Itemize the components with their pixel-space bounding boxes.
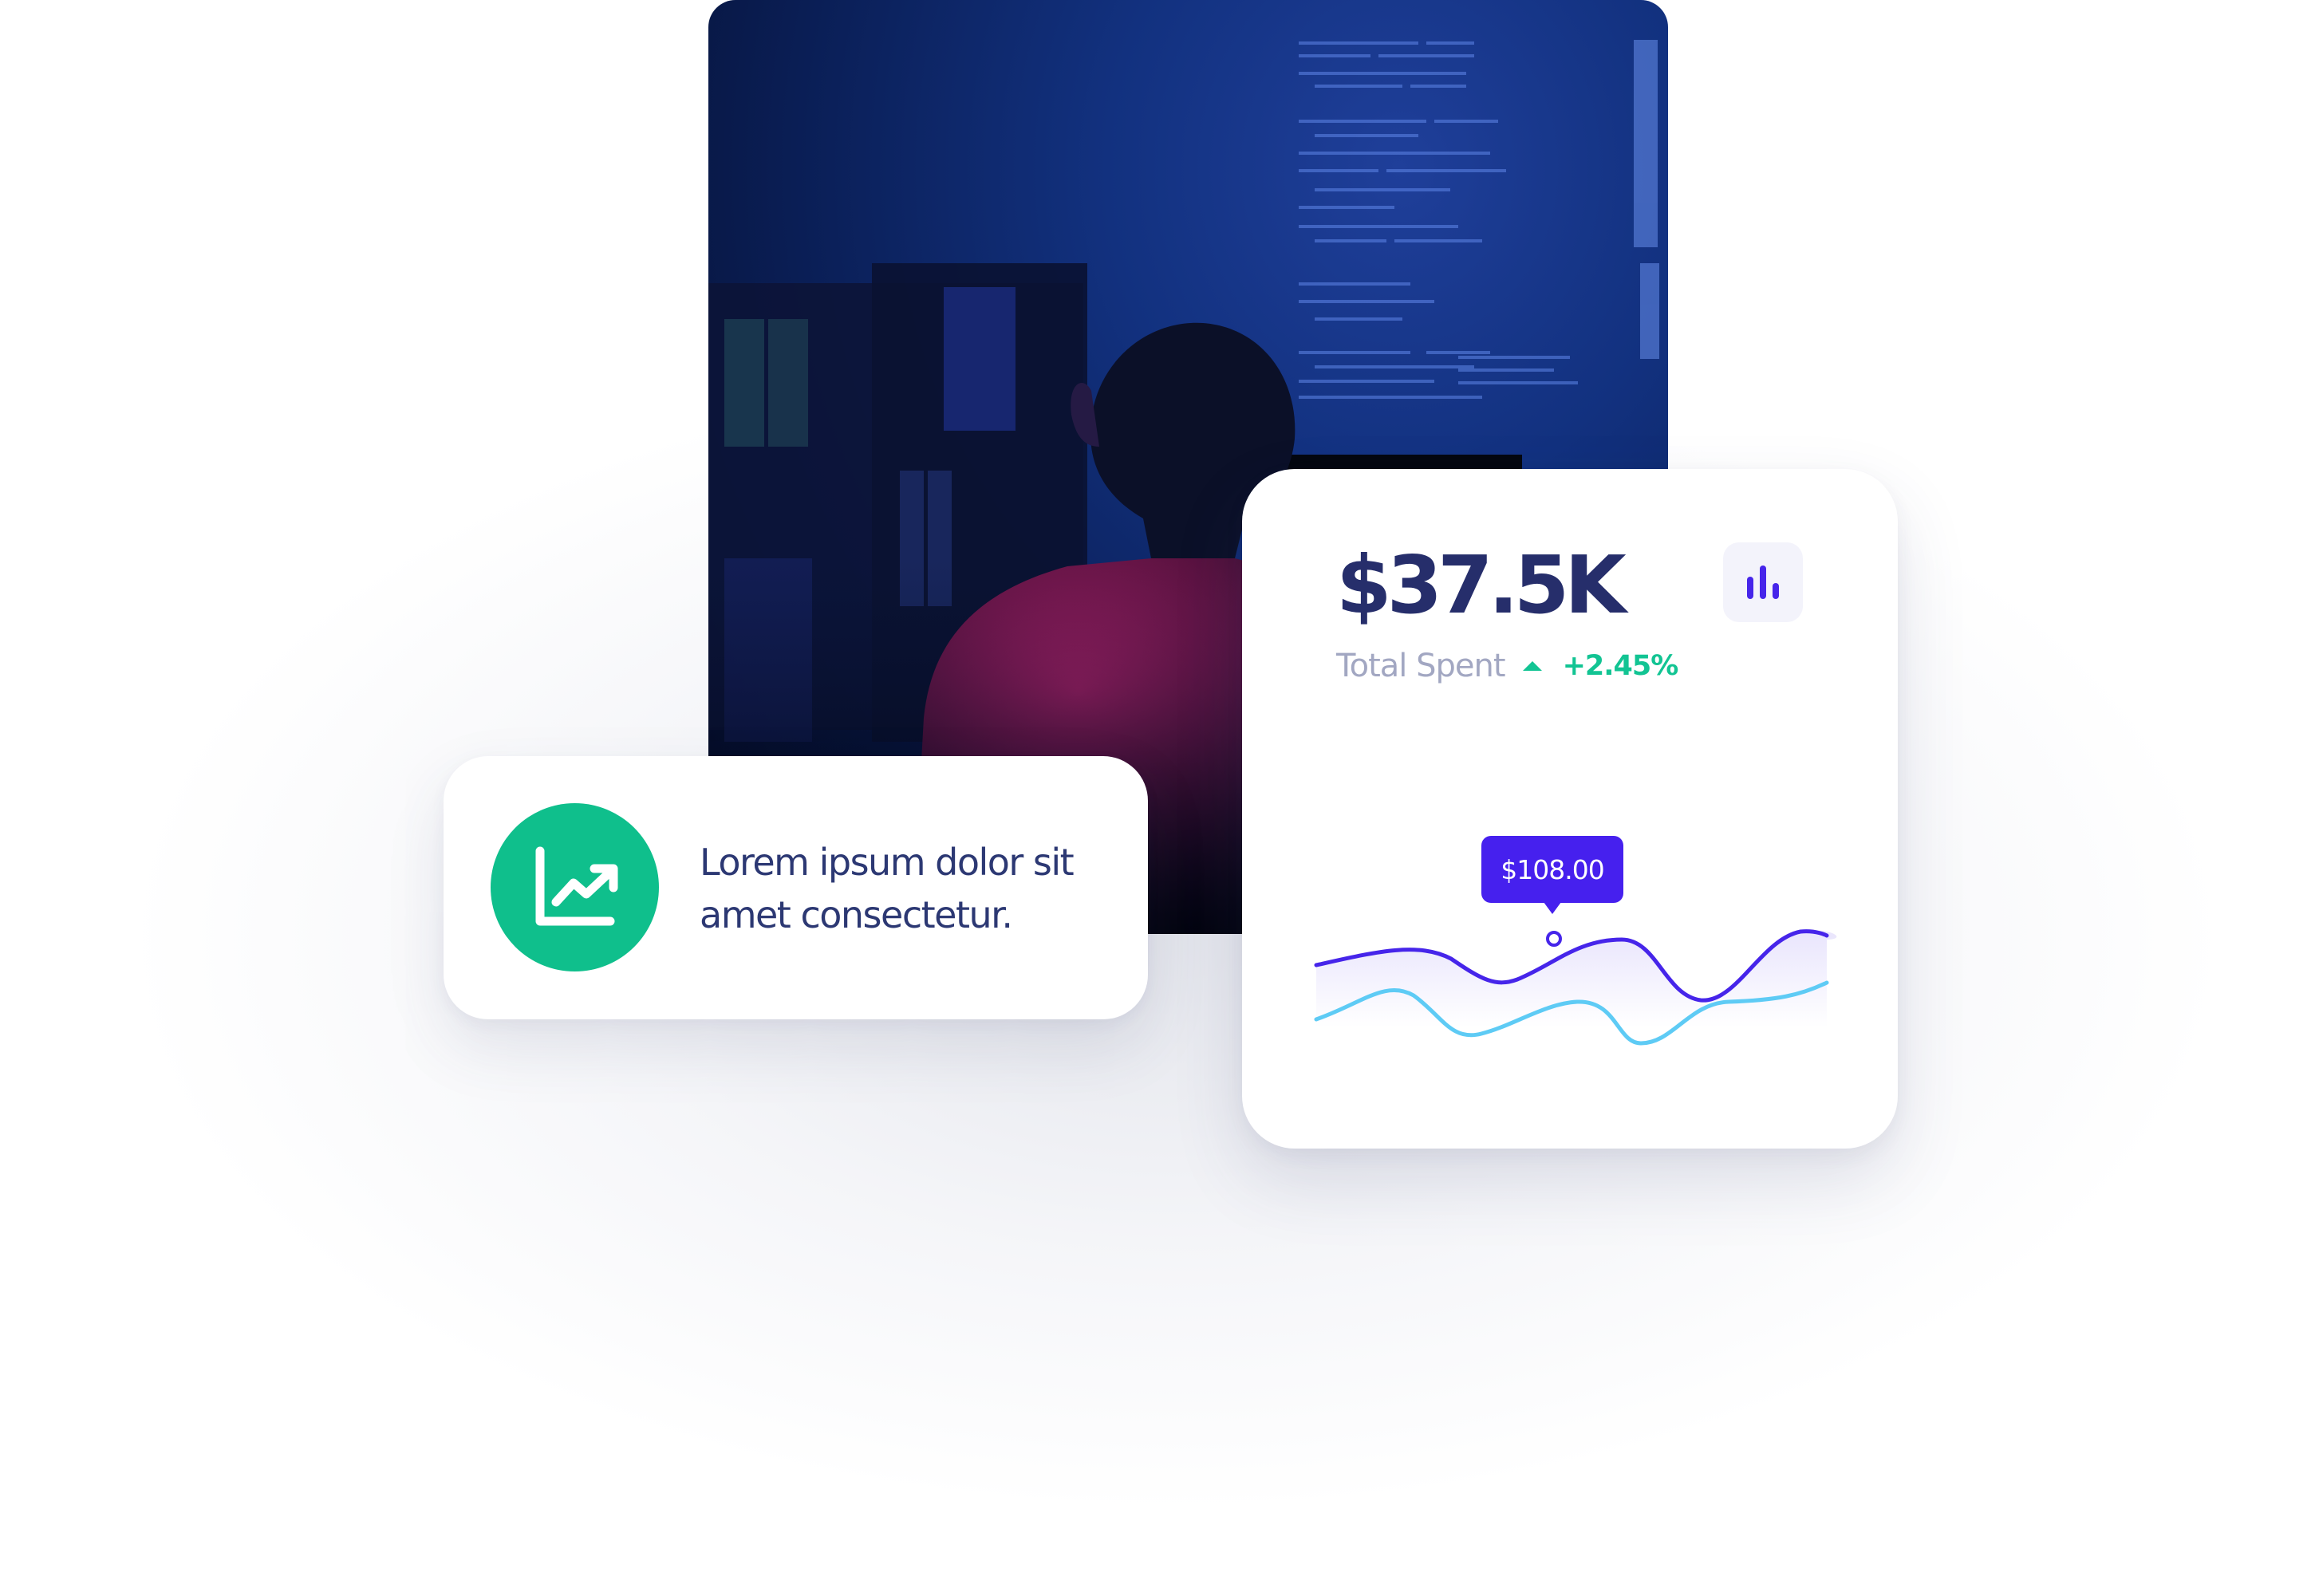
total-spent-card: $37.5K Total Spent +2.45% $108.00 (1242, 469, 1898, 1149)
info-card: Lorem ipsum dolor sit amet consectetur. (444, 756, 1148, 1019)
hero-illustration: $37.5K Total Spent +2.45% $108.00 Lorem … (0, 0, 2311, 1596)
area-fill (1316, 930, 1837, 1027)
spending-trend-chart (1314, 929, 1837, 1046)
value-tooltip: $108.00 (1481, 836, 1623, 914)
line-chart-trending-up-icon (535, 846, 618, 926)
highlight-point[interactable] (1546, 931, 1562, 947)
info-text: Lorem ipsum dolor sit amet consectetur. (700, 841, 1075, 936)
trend-badge (491, 803, 659, 971)
